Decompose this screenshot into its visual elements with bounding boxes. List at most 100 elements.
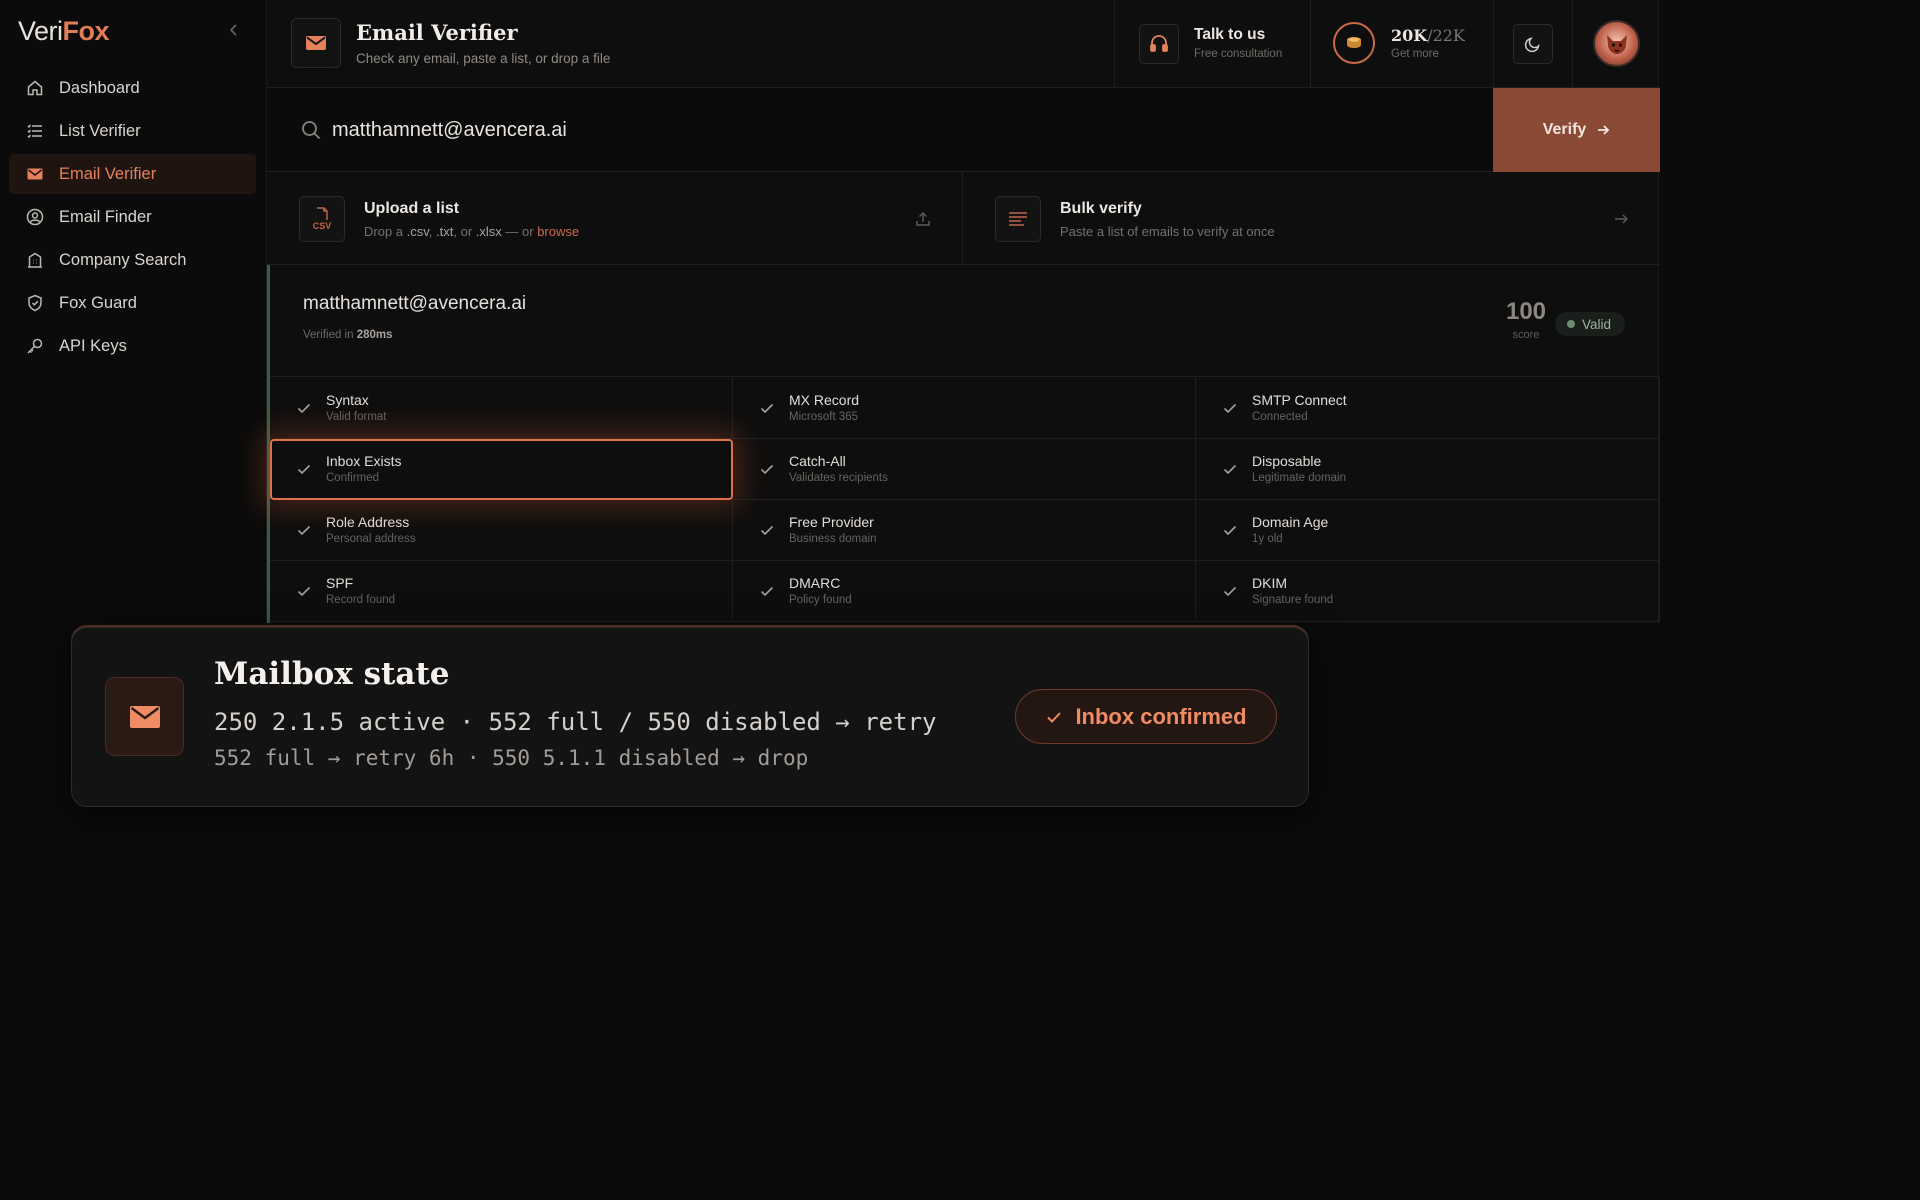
sidebar-item-company-search[interactable]: Company Search (9, 240, 256, 280)
check-label: Syntax (326, 392, 369, 408)
check-label: Domain Age (1252, 514, 1329, 530)
bulk-verify-card[interactable]: Bulk verify Paste a list of emails to ve… (963, 172, 1660, 265)
check-detail: Record found (326, 594, 396, 606)
page-title: Email Verifier (356, 20, 518, 45)
check-label: Inbox Exists (326, 453, 402, 469)
sidebar-item-label: Company Search (59, 250, 187, 269)
upload-list-card[interactable]: CSV Upload a list Drop a .csv, .txt, or … (267, 172, 963, 265)
arrow-right-icon[interactable] (1612, 210, 1630, 228)
check-free-provider[interactable]: Free Provider Business domain (733, 500, 1196, 561)
sidebar-item-label: Fox Guard (59, 293, 137, 312)
app-logo[interactable]: VeriFox (18, 16, 110, 47)
check-mx-record[interactable]: MX Record Microsoft 365 (733, 378, 1196, 439)
popover-smtp-line-1: 250 2.1.5 active · 552 full / 550 disabl… (214, 708, 937, 736)
sidebar-item-email-verifier[interactable]: Email Verifier (9, 154, 256, 194)
credits-used: 20K (1391, 26, 1428, 45)
sidebar-item-label: Email Verifier (59, 164, 157, 183)
check-icon (297, 464, 311, 475)
status-badge: Valid (1555, 312, 1626, 336)
check-label: Disposable (1252, 453, 1322, 469)
check-label: Catch-All (789, 453, 846, 469)
upload-sep: , or (453, 224, 476, 239)
check-detail: Microsoft 365 (789, 411, 859, 423)
check-disposable[interactable]: Disposable Legitimate domain (1196, 439, 1660, 500)
check-syntax[interactable]: Syntax Valid format (270, 378, 733, 439)
mail-icon (105, 677, 184, 756)
check-smtp-connect[interactable]: SMTP Connect Connected (1196, 378, 1660, 439)
check-label: SMTP Connect (1252, 392, 1347, 408)
page-icon (291, 18, 341, 68)
check-dmarc[interactable]: DMARC Policy found (733, 561, 1196, 622)
time-prefix: Verified in (303, 329, 357, 341)
check-icon (297, 586, 311, 597)
check-detail: Validates recipients (789, 472, 888, 484)
check-catch-all[interactable]: Catch-All Validates recipients (733, 439, 1196, 500)
upload-ext-csv: .csv (406, 224, 429, 239)
talk-to-us-button[interactable]: Talk to us Free consultation (1114, 0, 1310, 88)
browse-link[interactable]: browse (537, 224, 579, 239)
paste-lines-icon (995, 196, 1041, 242)
check-detail: Signature found (1252, 594, 1334, 606)
check-label: Role Address (326, 514, 410, 530)
avatar[interactable] (1593, 20, 1640, 67)
check-icon (760, 586, 774, 597)
verify-button[interactable]: Verify (1493, 88, 1660, 172)
upload-icon[interactable] (914, 210, 932, 228)
check-dkim[interactable]: DKIM Signature found (1196, 561, 1660, 622)
fox-avatar-icon (1606, 34, 1627, 54)
score-label: score (1512, 329, 1540, 341)
sidebar-item-list-verifier[interactable]: List Verifier (9, 111, 256, 151)
check-detail: Personal address (326, 533, 416, 545)
avatar-box (1572, 0, 1660, 88)
result-header: matthamnett@avencera.ai Verified in 280m… (270, 265, 1660, 377)
building-icon (25, 250, 45, 270)
result-time: Verified in 280ms (303, 329, 393, 341)
sidebar-item-label: List Verifier (59, 121, 141, 140)
upload-title: Upload a list (364, 200, 460, 217)
badge-label: Inbox confirmed (1075, 703, 1247, 729)
email-search-input[interactable] (332, 110, 1332, 150)
get-more-link[interactable]: Get more (1391, 48, 1439, 60)
home-icon (25, 78, 45, 98)
shield-check-icon (25, 293, 45, 313)
sidebar-item-fox-guard[interactable]: Fox Guard (9, 283, 256, 323)
check-domain-age[interactable]: Domain Age 1y old (1196, 500, 1660, 561)
sidebar-item-label: Dashboard (59, 78, 140, 97)
check-detail: Connected (1252, 411, 1308, 423)
logo-text-veri: Veri (18, 16, 63, 46)
upload-ext-txt: .txt (436, 224, 454, 239)
bulk-title: Bulk verify (1060, 200, 1142, 217)
coins-icon (1333, 22, 1375, 64)
sidebar-item-api-keys[interactable]: API Keys (9, 326, 256, 366)
page-header: Email Verifier Check any email, paste a … (267, 0, 1660, 88)
credits-total: /22K (1427, 26, 1465, 45)
upload-sub-mid: — or (501, 224, 538, 239)
key-icon (25, 336, 45, 356)
upload-sep: , (428, 224, 437, 239)
sidebar-item-label: Email Finder (59, 207, 152, 226)
check-icon (297, 525, 311, 536)
credits-widget[interactable]: 20K/22K Get more (1310, 0, 1493, 88)
credits-count: 20K/22K (1391, 26, 1465, 45)
check-label: DKIM (1252, 575, 1287, 591)
sidebar-item-email-finder[interactable]: Email Finder (9, 197, 256, 237)
check-inbox-exists[interactable]: Inbox Exists Confirmed (270, 439, 733, 500)
check-spf[interactable]: SPF Record found (270, 561, 733, 622)
theme-toggle-button[interactable] (1513, 24, 1553, 64)
sidebar-item-dashboard[interactable]: Dashboard (9, 68, 256, 108)
upload-ext-xlsx: .xlsx (475, 224, 502, 239)
status-label: Valid (1582, 316, 1612, 332)
check-label: MX Record (789, 392, 860, 408)
time-value: 280ms (356, 329, 393, 341)
check-label: DMARC (789, 575, 841, 591)
check-role-address[interactable]: Role Address Personal address (270, 500, 733, 561)
theme-toggle-box (1493, 0, 1572, 88)
mail-icon (306, 36, 326, 50)
collapse-sidebar-button[interactable] (226, 22, 242, 38)
search-row: Verify (267, 88, 1660, 172)
checks-grid: Syntax Valid format MX Record Microsoft … (270, 378, 1660, 622)
check-icon (1223, 464, 1237, 475)
check-label: Free Provider (789, 514, 874, 530)
score-value: 100 (1505, 298, 1547, 325)
check-icon (1223, 586, 1237, 597)
